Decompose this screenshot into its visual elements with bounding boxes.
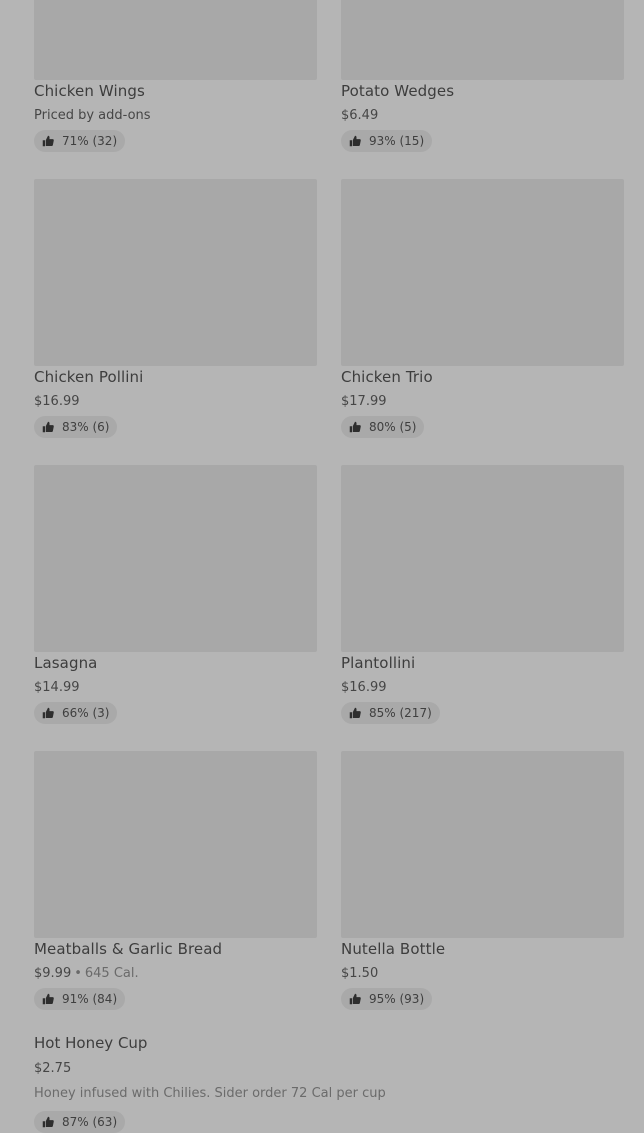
item-image[interactable] <box>341 0 624 80</box>
item-name: Chicken Pollini <box>34 368 144 386</box>
thumbs-up-icon <box>349 707 361 719</box>
item-name: Hot Honey Cup <box>34 1034 148 1052</box>
rating-badge: 85% (217) <box>341 702 440 724</box>
item-name: Nutella Bottle <box>341 940 446 958</box>
rating-badge: 80% (5) <box>341 416 425 438</box>
item-description: Honey infused with Chilies. Sider order … <box>34 1086 386 1101</box>
menu-item-card[interactable]: Meatballs & Garlic Bread $9.99 • 645 Cal. … <box>34 751 317 1010</box>
item-price: $17.99 <box>341 394 387 409</box>
item-image[interactable] <box>34 465 317 652</box>
item-image[interactable] <box>341 465 624 652</box>
rating-text: 71% (32) <box>62 134 118 148</box>
rating-badge: 71% (32) <box>34 130 126 152</box>
rating-text: 83% (6) <box>62 420 110 434</box>
item-image[interactable] <box>341 179 624 366</box>
item-price: $16.99 <box>341 680 387 695</box>
thumbs-up-icon <box>42 707 54 719</box>
rating-text: 85% (217) <box>369 706 432 720</box>
menu-item-card[interactable]: Potato Wedges $6.49 93% (15) <box>341 0 624 152</box>
rating-text: 93% (15) <box>369 134 425 148</box>
thumbs-up-icon <box>349 993 361 1005</box>
menu-item-card[interactable]: Chicken Pollini $16.99 83% (6) <box>34 179 317 438</box>
item-price: Priced by add-ons <box>34 108 151 123</box>
rating-text: 80% (5) <box>369 420 417 434</box>
item-price: $2.75 <box>34 1061 72 1076</box>
item-name: Chicken Trio <box>341 368 433 386</box>
rating-badge: 83% (6) <box>34 416 118 438</box>
item-price: $16.99 <box>34 394 80 409</box>
item-image[interactable] <box>34 751 317 938</box>
menu-item-card[interactable]: Chicken Trio $17.99 80% (5) <box>341 179 624 438</box>
thumbs-up-icon <box>42 993 54 1005</box>
item-image[interactable] <box>341 751 624 938</box>
thumbs-up-icon <box>42 135 54 147</box>
rating-text: 91% (84) <box>62 992 118 1006</box>
item-image[interactable] <box>34 179 317 366</box>
rating-text: 87% (63) <box>62 1115 118 1129</box>
menu-item-card[interactable]: Plantollini $16.99 85% (217) <box>341 465 624 724</box>
item-name: Potato Wedges <box>341 82 455 100</box>
item-price: $9.99 <box>34 966 72 981</box>
item-name: Meatballs & Garlic Bread <box>34 940 223 958</box>
rating-badge: 66% (3) <box>34 702 118 724</box>
item-name: Plantollini <box>341 654 416 672</box>
item-price: $6.49 <box>341 108 379 123</box>
item-name: Chicken Wings <box>34 82 145 100</box>
item-price: $1.50 <box>341 966 379 981</box>
thumbs-up-icon <box>349 135 361 147</box>
price-separator: • <box>74 966 82 981</box>
menu-item-card[interactable]: Chicken Wings Priced by add-ons 71% (32) <box>34 0 317 152</box>
thumbs-up-icon <box>42 1116 54 1128</box>
rating-badge: 91% (84) <box>34 988 126 1010</box>
item-price-line: $9.99 • 645 Cal. <box>34 966 139 981</box>
menu-item-card[interactable]: Nutella Bottle $1.50 95% (93) <box>341 751 624 1010</box>
thumbs-up-icon <box>42 421 54 433</box>
rating-badge: 87% (63) <box>34 1111 126 1133</box>
item-image[interactable] <box>34 0 317 80</box>
rating-text: 95% (93) <box>369 992 425 1006</box>
thumbs-up-icon <box>349 421 361 433</box>
rating-badge: 95% (93) <box>341 988 433 1010</box>
menu-item-card[interactable]: Lasagna $14.99 66% (3) <box>34 465 317 724</box>
item-price: $14.99 <box>34 680 80 695</box>
item-name: Lasagna <box>34 654 98 672</box>
rating-text: 66% (3) <box>62 706 110 720</box>
item-calories: 645 Cal. <box>84 966 139 981</box>
rating-badge: 93% (15) <box>341 130 433 152</box>
